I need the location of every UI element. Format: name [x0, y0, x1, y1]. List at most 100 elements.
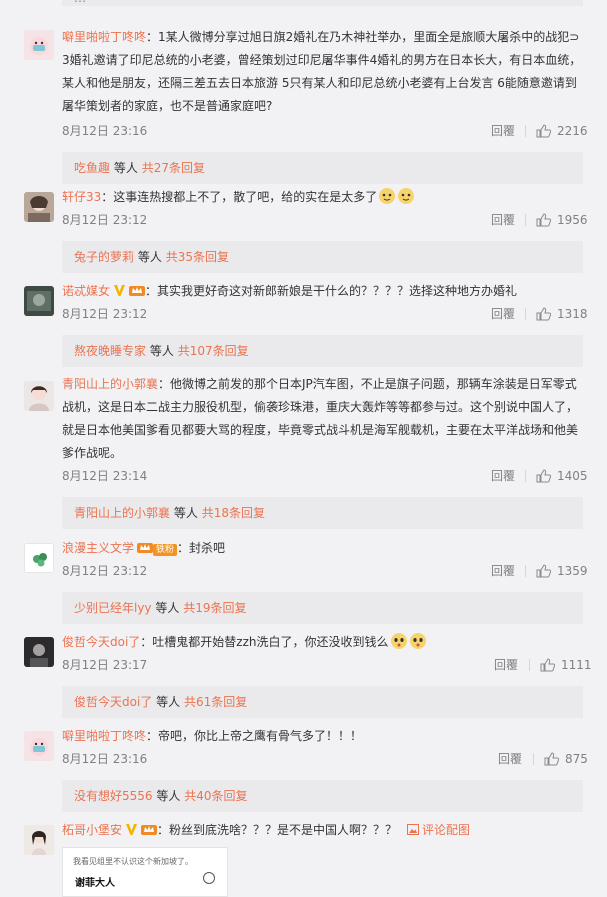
reply-user-link[interactable]: 熬夜晚睡专家: [74, 344, 146, 358]
reply-user-link[interactable]: 青阳山上的小郭襄: [74, 506, 170, 520]
avatar[interactable]: [24, 286, 54, 316]
thumbs-up-icon: [536, 307, 551, 321]
like-count: 1111: [561, 658, 592, 672]
timestamp: 8月12日 23:16: [62, 124, 148, 138]
like-count: 1318: [557, 307, 588, 321]
divider: [525, 470, 526, 482]
fan-badge: 铁粉: [153, 544, 178, 556]
avatar[interactable]: [24, 825, 54, 855]
reply-others-label: 等人: [137, 250, 162, 264]
like-count: 1359: [557, 564, 588, 578]
like-count: 2216: [557, 124, 588, 138]
emoji-icon: [390, 632, 408, 650]
emoji-icon: [409, 632, 427, 650]
reply-button[interactable]: 回覆: [491, 303, 515, 325]
previous-reply-box: …: [62, 0, 583, 6]
reply-user-link[interactable]: 兔子的萝莉: [74, 250, 134, 264]
timestamp: 8月12日 23:12: [62, 213, 148, 227]
reply-summary[interactable]: 少别已经年lyy 等人 共19条回复: [62, 592, 583, 624]
divider: [533, 753, 534, 765]
reply-others-label: 等人: [156, 695, 181, 709]
avatar[interactable]: [24, 637, 54, 667]
reply-summary[interactable]: 没有想好5556 等人 共40条回复: [62, 780, 583, 812]
comment-body: 诺忒媒女 ：其实我更好奇这对新郎新娘是干什么的？？？？选择这种地方办婚礼 8月12…: [62, 280, 588, 367]
thumbs-up-icon: [536, 469, 551, 483]
thumbnail-circle-icon: [203, 872, 215, 884]
comment-text: 噼里啪啦丁咚咚：1某人微博分享过旭日旗2婚礼在乃木神社举办，里面全是旅顺大屠杀中…: [62, 26, 583, 118]
image-icon: [407, 824, 420, 835]
reply-others-label: 等人: [149, 344, 174, 358]
reply-button[interactable]: 回覆: [491, 560, 515, 582]
comment-text: 噼里啪啦丁咚咚：帝吧，你比上帝之鹰有骨气多了！！！: [62, 725, 583, 748]
like-count: 875: [565, 752, 588, 766]
reply-others-label: 等人: [156, 789, 181, 803]
reply-summary[interactable]: 吃鱼趣 等人 共27条回复: [62, 152, 583, 184]
thumbs-up-icon: [540, 658, 555, 672]
comment-body: 俊哲今天doi了：吐槽鬼都开始替zzh洗白了，你还没收到钱么 8月12日 23:…: [62, 631, 592, 718]
comment-meta: 8月12日 23:16 回覆 2216: [62, 120, 588, 142]
reply-user-link[interactable]: 吃鱼趣: [74, 161, 110, 175]
member-crown-icon: [141, 825, 158, 835]
comment-text: 轩仔33：这事连热搜都上不了，散了吧，给的实在是太多了: [62, 186, 583, 209]
reply-button[interactable]: 回覆: [491, 465, 515, 487]
comment-text: 俊哲今天doi了：吐槽鬼都开始替zzh洗白了，你还没收到钱么: [62, 631, 583, 654]
comment-body: 青阳山上的小郭襄：他微博之前发的那个日本JP汽车图，不止是旗子问题，那辆车涂装是…: [62, 373, 588, 529]
reply-summary[interactable]: 青阳山上的小郭襄 等人 共18条回复: [62, 497, 583, 529]
avatar[interactable]: [24, 381, 54, 411]
reply-summary[interactable]: 熬夜晚睡专家 等人 共107条回复: [62, 335, 583, 367]
reply-user-link[interactable]: 俊哲今天doi了: [74, 695, 152, 709]
reply-count-link[interactable]: 共27条回复: [142, 161, 205, 175]
reply-button[interactable]: 回覆: [491, 120, 515, 142]
comment-text: 青阳山上的小郭襄：他微博之前发的那个日本JP汽车图，不止是旗子问题，那辆车涂装是…: [62, 373, 583, 465]
comment-content: ：这事连热搜都上不了，散了吧，给的实在是太多了: [101, 190, 378, 204]
username-link[interactable]: 青阳山上的小郭襄: [62, 377, 158, 391]
verified-v-icon: [114, 285, 126, 296]
thumbs-up-icon: [544, 752, 559, 766]
like-count: 1405: [557, 469, 588, 483]
comment-body: 浪漫主义文学 铁粉 ：封杀吧 8月12日 23:12 回覆 1359 少别已经年ly…: [62, 537, 588, 624]
avatar[interactable]: [24, 192, 54, 222]
reply-button[interactable]: 回覆: [498, 748, 522, 770]
reply-count-link[interactable]: 共19条回复: [183, 601, 246, 615]
comment-picture-link[interactable]: 评论配图: [407, 823, 470, 837]
verified-v-icon: [126, 824, 138, 835]
emoji-icon: [378, 187, 396, 205]
comment-image-thumbnail[interactable]: 我看见组里不认识这个新加坡了。 谢菲大人: [62, 847, 228, 897]
reply-count-link[interactable]: 共35条回复: [166, 250, 229, 264]
thumbnail-caption: 我看见组里不认识这个新加坡了。: [73, 857, 193, 866]
reply-user-link[interactable]: 没有想好5556: [74, 789, 153, 803]
username-link[interactable]: 柘哥小堡安: [62, 823, 122, 837]
reply-button[interactable]: 回覆: [494, 654, 518, 676]
username-link[interactable]: 噼里啪啦丁咚咚: [62, 30, 146, 44]
comment-meta: 8月12日 23:16 回覆 875: [62, 748, 588, 770]
comment-content: ：粉丝到底洗啥？？？是不是中国人啊？？？: [157, 823, 398, 837]
reply-button[interactable]: 回覆: [491, 209, 515, 231]
avatar[interactable]: [24, 731, 54, 761]
reply-others-label: 等人: [113, 161, 138, 175]
comment-body: 噼里啪啦丁咚咚：1某人微博分享过旭日旗2婚礼在乃木神社举办，里面全是旅顺大屠杀中…: [62, 26, 588, 184]
emoji-icon: [397, 187, 415, 205]
username-link[interactable]: 轩仔33: [62, 190, 101, 204]
reply-summary[interactable]: 俊哲今天doi了 等人 共61条回复: [62, 686, 583, 718]
username-link[interactable]: 诺忒媒女: [62, 284, 110, 298]
reply-count-link[interactable]: 共107条回复: [178, 344, 249, 358]
reply-summary[interactable]: 兔子的萝莉 等人 共35条回复: [62, 241, 583, 273]
username-link[interactable]: 俊哲今天doi了: [62, 635, 140, 649]
reply-count-link[interactable]: 共40条回复: [184, 789, 247, 803]
avatar[interactable]: [24, 30, 54, 60]
avatar[interactable]: [24, 543, 54, 573]
comment-meta: 8月12日 23:12 回覆 1956: [62, 209, 588, 231]
comment-picture-label[interactable]: 评论配图: [422, 823, 470, 837]
username-link[interactable]: 噼里啪啦丁咚咚: [62, 729, 146, 743]
timestamp: 8月12日 23:12: [62, 307, 148, 321]
comment-body: 噼里啪啦丁咚咚：帝吧，你比上帝之鹰有骨气多了！！！ 8月12日 23:16 回覆…: [62, 725, 588, 812]
comment-content: ：其实我更好奇这对新郎新娘是干什么的？？？？选择这种地方办婚礼: [145, 284, 518, 298]
timestamp: 8月12日 23:12: [62, 564, 148, 578]
reply-count-link[interactable]: 共18条回复: [202, 506, 265, 520]
username-link[interactable]: 浪漫主义文学: [62, 541, 134, 555]
reply-user-link[interactable]: 少别已经年lyy: [74, 601, 152, 615]
comment-text: 浪漫主义文学 铁粉 ：封杀吧: [62, 537, 583, 560]
divider: [529, 659, 530, 671]
like-count: 1956: [557, 213, 588, 227]
reply-count-link[interactable]: 共61条回复: [184, 695, 247, 709]
